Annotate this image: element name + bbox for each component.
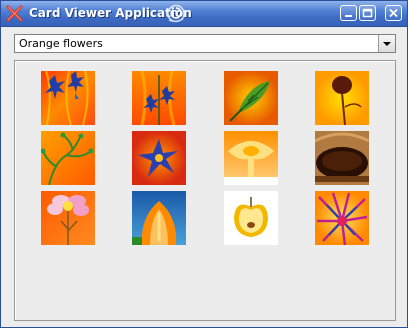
app-x-icon: [6, 5, 23, 22]
card-5[interactable]: [41, 131, 95, 185]
card-2[interactable]: [132, 71, 186, 125]
category-select-arrow-button[interactable]: [378, 35, 395, 52]
card-1[interactable]: [41, 71, 95, 125]
card-grid-panel: [14, 60, 396, 321]
category-select[interactable]: Orange flowers: [14, 34, 396, 53]
maximize-icon: [362, 8, 373, 18]
card-10[interactable]: [132, 191, 186, 245]
card-9[interactable]: [41, 191, 95, 245]
close-button[interactable]: [385, 5, 402, 21]
card-3[interactable]: [224, 71, 278, 125]
minimize-button[interactable]: [340, 5, 357, 21]
card-11[interactable]: [224, 191, 278, 245]
close-icon: [389, 8, 398, 18]
maximize-button[interactable]: [359, 5, 376, 21]
content-area: Orange flowers: [1, 27, 407, 327]
swirl-logo-icon: [167, 4, 185, 23]
minimize-icon: [345, 15, 352, 17]
card-7[interactable]: [224, 131, 278, 185]
chevron-down-icon: [383, 42, 391, 46]
category-select-value: Orange flowers: [19, 37, 103, 50]
app-window: Card Viewer Application Orange flowers: [0, 0, 408, 328]
card-4[interactable]: [315, 71, 369, 125]
card-12[interactable]: [315, 191, 369, 245]
card-8[interactable]: [315, 131, 369, 185]
card-6[interactable]: [132, 131, 186, 185]
title-bar[interactable]: Card Viewer Application: [1, 1, 407, 27]
